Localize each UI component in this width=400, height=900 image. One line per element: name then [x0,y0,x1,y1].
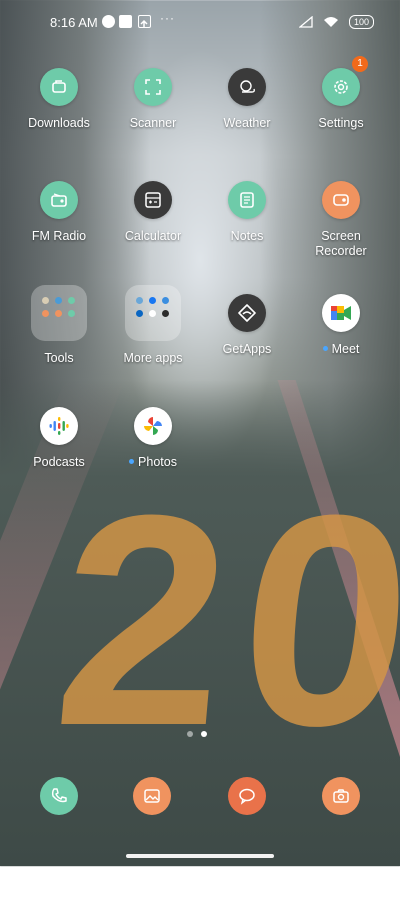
screen-recorder-icon [322,181,360,219]
gallery-icon [144,789,160,803]
app-label: Downloads [28,116,90,130]
dock-messages[interactable] [228,777,266,815]
camera-icon [333,789,349,803]
getapps-icon [228,294,266,332]
app-weather[interactable]: Weather [200,68,294,131]
google-meet-icon [322,294,360,332]
page-indicator [187,731,207,737]
weather-icon [228,68,266,106]
wifi-icon [323,17,338,27]
new-app-dot [129,459,135,464]
app-label: Notes [230,229,264,243]
google-photos-icon [134,407,172,445]
folder-more-apps[interactable]: More apps [106,285,200,366]
app-label: Screen Recorder [315,229,367,258]
scanner-icon [134,68,172,106]
more-apps-folder-icon [125,285,181,341]
app-settings[interactable]: 1 Settings [294,56,388,131]
app-label: Weather [223,116,271,130]
wallpaper-road-number: 20 [45,452,400,788]
more-notifications-icon: ··· [160,11,175,25]
app-scanner[interactable]: Scanner [106,68,200,131]
calculator-icon [134,181,172,219]
app-meet[interactable]: Meet [294,294,388,357]
notification-icon [102,15,115,28]
app-getapps[interactable]: GetApps [200,294,294,357]
folder-tools[interactable]: Tools [12,285,106,366]
page-dot-2-active[interactable] [201,731,207,737]
notes-icon [228,181,266,219]
app-label: Photos [106,455,200,470]
app-label: Settings [318,116,364,130]
signal-icon [298,16,313,28]
messages-icon [239,788,255,805]
app-label: Calculator [124,229,182,243]
app-calculator[interactable]: Calculator [106,181,200,244]
app-label: Podcasts [33,455,85,469]
app-notes[interactable]: Notes [200,181,294,244]
home-gesture-bar[interactable] [126,854,274,858]
app-label: Scanner [129,116,177,130]
dock-camera[interactable] [322,777,360,815]
notification-icon-2 [119,15,132,28]
radio-icon [40,181,78,219]
dock-phone[interactable] [40,777,78,815]
status-bar: 8:16 AM ··· 100 [0,0,400,44]
app-label: More apps [123,351,183,365]
downloads-icon [40,68,78,106]
status-time: 8:16 AM [50,15,98,30]
app-photos[interactable]: Photos [106,407,200,470]
app-downloads[interactable]: Downloads [12,68,106,131]
google-podcasts-icon [40,407,78,445]
app-label: GetApps [222,342,272,356]
page-dot-1[interactable] [187,731,193,737]
phone-icon [51,788,67,803]
battery-icon: 100 [348,15,374,29]
new-app-dot [322,346,328,351]
tools-folder-icon [31,285,87,341]
app-fm-radio[interactable]: FM Radio [12,181,106,244]
app-label: Tools [44,351,74,365]
app-screen-recorder[interactable]: Screen Recorder [294,181,388,259]
app-label: FM Radio [31,229,87,243]
notification-badge: 1 [352,56,368,72]
app-label: Meet [294,342,388,357]
settings-icon [322,68,360,106]
dock-gallery[interactable] [133,777,171,815]
app-podcasts[interactable]: Podcasts [12,407,106,470]
notification-icon-3 [138,15,151,28]
